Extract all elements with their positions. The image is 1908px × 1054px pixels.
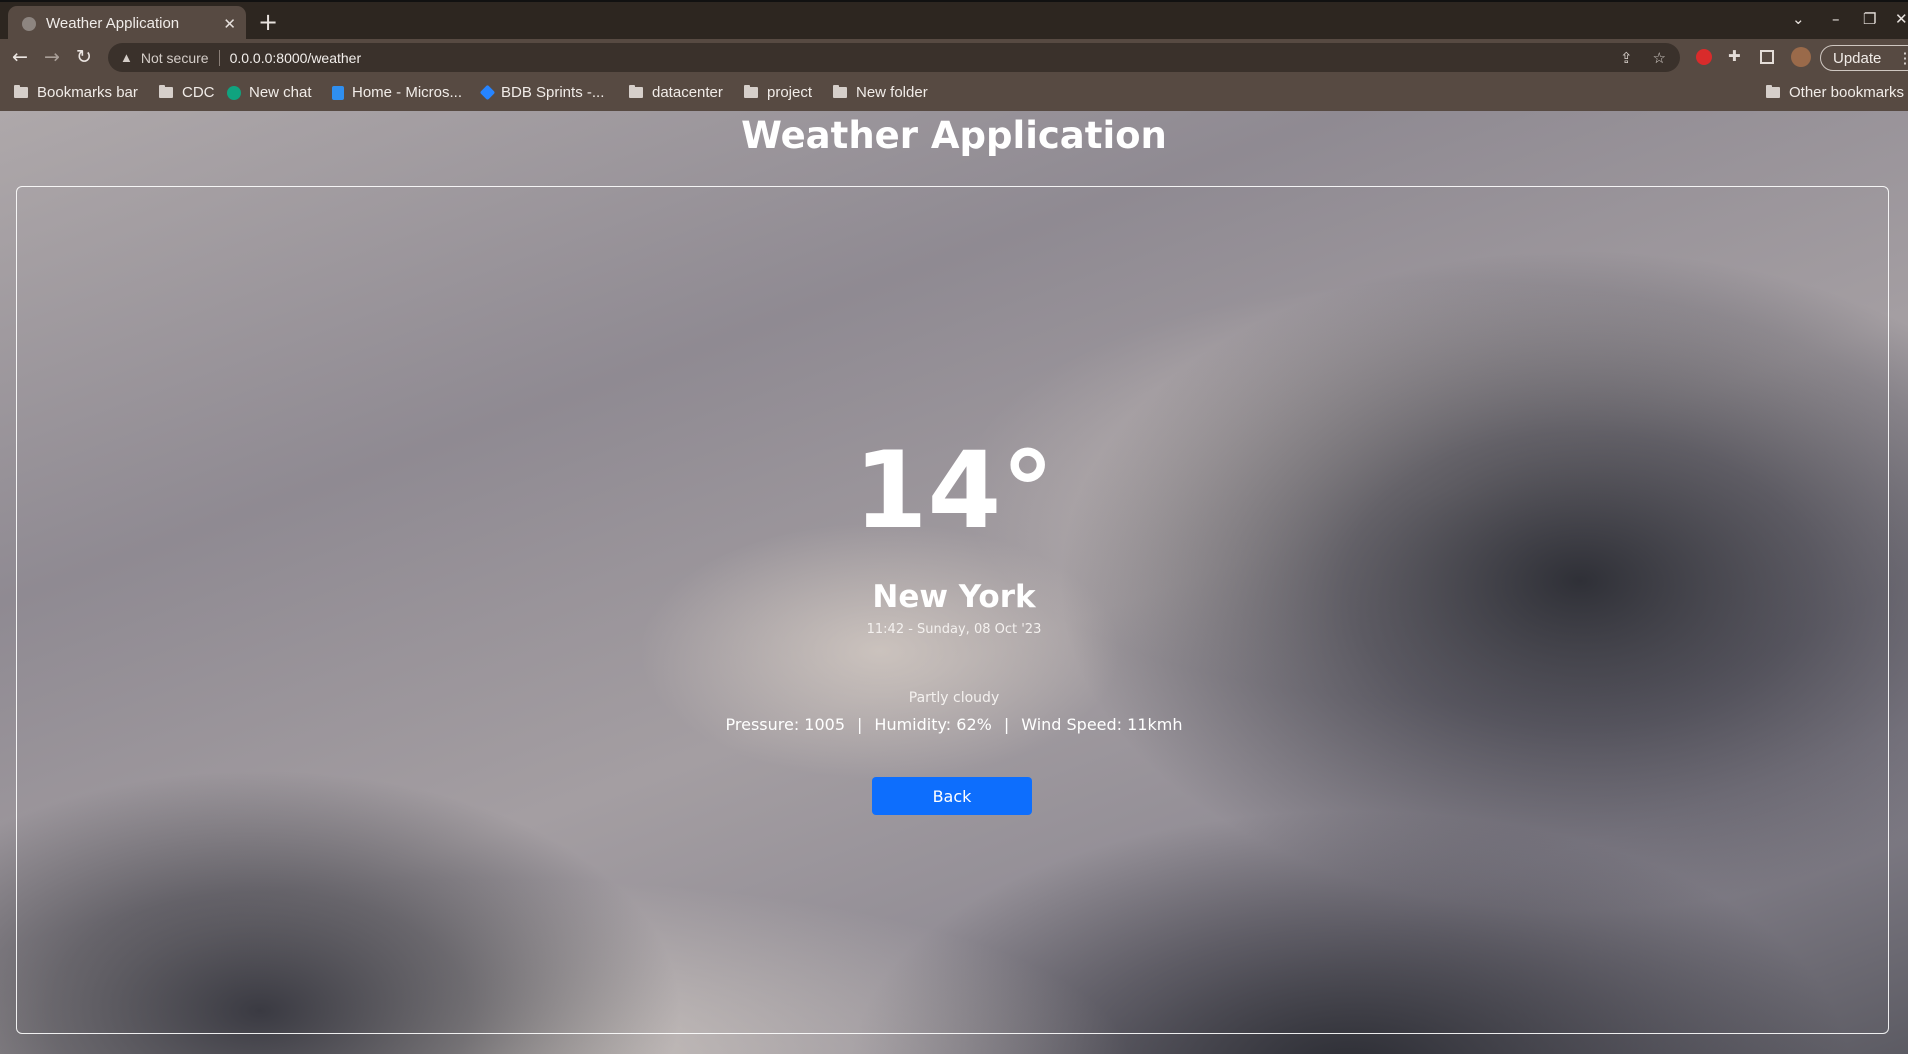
extension-red-icon[interactable] — [1696, 49, 1712, 65]
extensions-puzzle-icon[interactable]: ✚ — [1728, 47, 1744, 65]
bookmark-star-icon[interactable]: ☆ — [1653, 49, 1666, 67]
url-text: 0.0.0.0:8000/weather — [229, 49, 362, 66]
bookmark-bookmarks-bar[interactable]: Bookmarks bar — [14, 84, 138, 101]
chatgpt-icon — [227, 85, 241, 100]
tab-title: Weather Application — [46, 15, 180, 32]
update-button[interactable]: Update ⋮ — [1820, 45, 1908, 71]
jira-icon — [479, 84, 496, 101]
bookmark-label: New chat — [249, 84, 312, 101]
bookmark-label: project — [767, 84, 813, 101]
bookmark-label: New folder — [856, 84, 928, 101]
wind-speed-value: Wind Speed: 11kmh — [1021, 715, 1183, 734]
bookmark-new-folder[interactable]: New folder — [833, 84, 928, 101]
weather-condition: Partly cloudy — [908, 690, 1000, 706]
city-name: New York — [872, 579, 1036, 615]
new-tab-button[interactable]: + — [258, 8, 278, 36]
bookmark-datacenter[interactable]: datacenter — [629, 84, 723, 101]
date-time: 11:42 - Sunday, 08 Oct '23 — [866, 622, 1042, 637]
back-arrow-icon[interactable]: ← — [12, 46, 28, 68]
weather-stats: Pressure: 1005 | Humidity: 62% | Wind Speed:… — [0, 715, 1908, 734]
page-title: Weather Application — [741, 114, 1167, 157]
minimize-icon[interactable]: – — [1832, 10, 1840, 28]
divider — [218, 49, 220, 66]
bookmark-other-bookmarks[interactable]: Other bookmarks — [1766, 84, 1904, 101]
folder-icon — [1766, 85, 1780, 98]
humidity-value: Humidity: 62% — [874, 715, 992, 734]
close-icon[interactable]: ✕ — [223, 15, 236, 33]
bookmark-home-microsoft[interactable]: Home - Micros... — [332, 84, 462, 101]
folder-icon — [833, 85, 847, 98]
bookmark-label: CDC — [182, 84, 215, 101]
bookmark-cdc[interactable]: CDC — [159, 84, 215, 101]
stat-separator: | — [1003, 715, 1010, 734]
restore-icon[interactable]: ❐ — [1863, 10, 1876, 28]
bookmark-project[interactable]: project — [744, 84, 812, 101]
folder-icon — [629, 85, 643, 98]
bookmark-bdb-sprints[interactable]: BDB Sprints -... — [479, 84, 605, 101]
share-icon[interactable]: ⇪ — [1620, 49, 1633, 67]
window-close-icon[interactable]: ✕ — [1895, 10, 1908, 28]
page-viewport: Weather Application 14° New York 11:42 -… — [0, 111, 1908, 1054]
azure-icon — [332, 85, 344, 100]
stat-separator: | — [857, 715, 863, 734]
bookmarks-bar: Bookmarks bar CDC New chat Home - Micros… — [0, 76, 1908, 111]
folder-icon — [159, 85, 173, 98]
globe-icon — [22, 16, 36, 31]
warning-icon: ▲ — [120, 50, 133, 65]
security-label: Not secure — [140, 49, 209, 66]
side-panel-icon[interactable] — [1760, 50, 1774, 64]
kebab-menu-icon[interactable]: ⋮ — [1898, 50, 1908, 67]
back-button[interactable]: Back — [872, 777, 1032, 815]
folder-icon — [744, 85, 758, 98]
address-bar[interactable]: ▲ Not secure 0.0.0.0:8000/weather ⇪ ☆ — [108, 43, 1680, 72]
bookmark-label: Other bookmarks — [1789, 84, 1905, 101]
temperature: 14° — [853, 429, 1055, 552]
pressure-value: Pressure: 1005 — [725, 715, 846, 734]
tab-search-icon[interactable]: ⌄ — [1792, 10, 1805, 28]
bookmark-new-chat[interactable]: New chat — [227, 84, 312, 101]
avatar[interactable] — [1791, 47, 1811, 67]
forward-arrow-icon[interactable]: → — [44, 46, 60, 68]
update-label: Update — [1833, 50, 1882, 67]
reload-icon[interactable]: ↻ — [76, 46, 92, 68]
browser-toolbar: ← → ↻ ▲ Not secure 0.0.0.0:8000/weather … — [0, 39, 1908, 76]
bookmark-label: Bookmarks bar — [37, 84, 138, 101]
bookmark-label: datacenter — [652, 84, 723, 101]
folder-icon — [14, 85, 28, 98]
tab-weather-application[interactable]: Weather Application ✕ — [8, 6, 246, 41]
bookmark-label: Home - Micros... — [352, 84, 463, 101]
tab-strip: Weather Application ✕ + ⌄ – ❐ ✕ — [0, 0, 1908, 41]
bookmark-label: BDB Sprints -... — [501, 84, 605, 101]
